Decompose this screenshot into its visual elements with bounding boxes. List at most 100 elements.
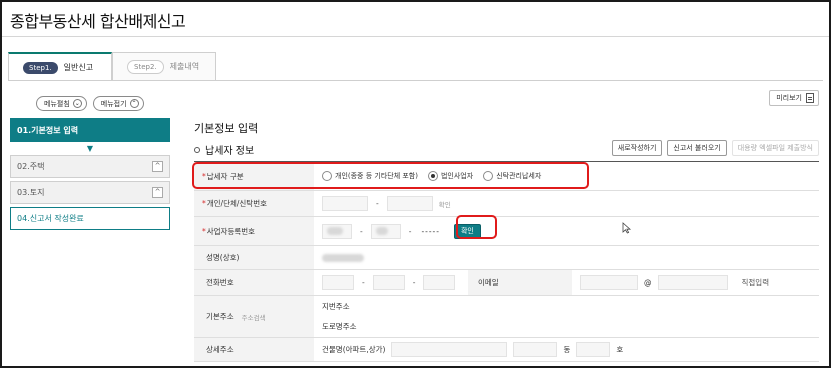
field-label: * 사업자등록번호 [194,217,314,245]
mouse-cursor-icon [622,222,632,234]
masked-value [327,227,343,235]
jibun-address-label: 지번주소 [322,302,350,311]
section-title: 기본정보 입력 [194,122,259,135]
chevron-up-icon[interactable]: ^ [152,187,163,198]
subsection-title: 납세자 정보 [194,142,254,157]
row-phone-email: 전화번호 - - 이메일 @ 직접입력 [194,270,819,296]
address-value: 지번주소 도로명주소 [314,296,819,337]
biz-number-value: - - ----- 확인 [314,217,819,245]
row-name: 성명(상호) [194,246,819,270]
phone-input-2[interactable] [372,275,405,290]
sidebar-item-basic-info[interactable]: 01.기본정보 입력 [10,118,170,142]
load-report-button[interactable]: 신고서 불러오기 [667,140,727,156]
dash: - [360,226,363,236]
subsection-title-text: 납세자 정보 [205,146,255,157]
sidebar-item-label: 02.주택 [17,162,45,171]
preview-label: 미리보기 [776,94,802,102]
sidebar-item-label: 03.토지 [17,188,45,197]
address-search-button[interactable]: 주소검색 [242,312,266,322]
dash: - [376,199,379,208]
step-tabs: Step1. 일반신고 Step2. 제출내역 [8,52,216,81]
row-id-number: * 개인/단체/신탁번호 - 확인 [194,191,819,217]
detail-address-label: 상세주소 [206,345,234,354]
sidebar-item-label: 04.신고서 작성완료 [17,214,84,223]
dash: - [408,226,412,236]
menu-expand-button[interactable]: 메뉴펼침 ⌄ [36,96,87,111]
sidebar-controls: 메뉴펼침 ⌄ 메뉴접기 ⌃ [36,96,144,111]
sidebar: 01.기본정보 입력 ▼ 02.주택 ^ 03.토지 ^ 04.신고서 작성완료 [10,118,170,233]
highlight-taxpayer-type [192,162,589,189]
menu-expand-label: 메뉴펼침 [44,99,70,108]
road-address-label: 도로명주소 [322,322,357,331]
biz-number-label: 사업자등록번호 [206,226,256,236]
bullet-circle-icon [194,146,200,153]
id-number-value: - 확인 [314,191,819,216]
id-number-input-back[interactable] [386,196,433,211]
required-mark: * [202,199,206,208]
chevron-down-icon: ⌄ [72,99,82,108]
biz-number-input-2[interactable] [370,223,401,239]
preview-button[interactable]: 미리보기 [769,90,819,106]
dong-input[interactable] [576,342,611,357]
address-label: 기본주소 [206,312,234,321]
bulk-excel-button[interactable]: 대용량 엑셀파일 제출방식 [731,140,819,156]
building-input[interactable] [391,342,508,357]
sidebar-item-housing[interactable]: 02.주택 ^ [10,155,170,178]
tab-step2[interactable]: Step2. 제출내역 [112,52,216,80]
sidebar-item-label: 01.기본정보 입력 [17,125,79,135]
highlight-confirm-button [456,215,497,239]
dash: - [362,278,365,287]
field-label: 상세주소 [194,338,314,361]
field-label: 이메일 [468,270,572,295]
menu-collapse-button[interactable]: 메뉴접기 ⌃ [92,96,144,111]
phone-input-1[interactable] [322,275,354,290]
tab-step-badge: Step1. [23,61,58,74]
chevron-up-icon[interactable]: ^ [152,161,163,172]
tab-label: 제출내역 [169,62,200,71]
field-label: 기본주소 주소검색 [194,296,314,337]
building-sub-input[interactable] [513,342,558,357]
new-write-button[interactable]: 새로작성하기 [611,140,663,156]
masked-name [322,253,364,262]
email-domain-input[interactable] [657,275,728,290]
masked-value [375,227,388,235]
form-actions: 새로작성하기 신고서 불러오기 대용량 엑셀파일 제출방식 [611,140,819,156]
row-address: 기본주소 주소검색 지번주소 도로명주소 [194,296,819,338]
ho-label: 호 [616,345,624,354]
sidebar-item-land[interactable]: 03.토지 ^ [10,181,170,204]
id-number-label: 개인/단체/신탁번호 [206,199,268,208]
id-confirm-link[interactable]: 확인 [439,199,451,209]
sidebar-item-complete[interactable]: 04.신고서 작성완료 [10,207,170,230]
detail-address-value: 건물명(아파트,상가) 동 호 [314,338,819,361]
email-label: 이메일 [478,278,499,287]
chevron-up-icon: ⌃ [129,99,139,108]
dash: - [412,278,416,287]
row-biz-number: * 사업자등록번호 - - ----- 확인 [194,217,819,246]
page-title: 종합부동산세 합산배제신고 [10,12,186,31]
tab-step-badge: Step2. [127,59,164,74]
row-detail-address: 상세주소 건물명(아파트,상가) 동 호 [194,338,819,362]
title-divider [2,36,829,37]
name-label: 성명(상호) [206,253,240,262]
tab-step1[interactable]: Step1. 일반신고 [8,52,112,81]
dong-label: 동 [563,345,571,354]
email-at: @ [644,278,652,287]
building-label: 건물명(아파트,상가) [322,345,386,354]
id-number-input-front[interactable] [322,196,368,211]
name-value [314,246,819,269]
required-mark: * [202,226,206,236]
field-label: 전화번호 [194,270,314,295]
email-value: @ 직접입력 [572,270,819,295]
email-id-input[interactable] [580,275,638,290]
phone-label: 전화번호 [206,278,234,287]
phone-input-3[interactable] [423,275,456,290]
field-label: * 개인/단체/신탁번호 [194,191,314,216]
email-direct-select[interactable]: 직접입력 [742,277,770,288]
document-icon [806,93,814,103]
menu-collapse-label: 메뉴접기 [100,99,127,108]
tabs-divider [8,80,823,81]
biz-number-masked: ----- [421,226,440,236]
taxpayer-form: * 납세자 구분 개인(종중 등 기타단체 포함) 법인사업자 신탁관리납세자 [194,161,819,362]
phone-value: - - [314,270,468,295]
biz-number-input-1[interactable] [322,223,352,239]
